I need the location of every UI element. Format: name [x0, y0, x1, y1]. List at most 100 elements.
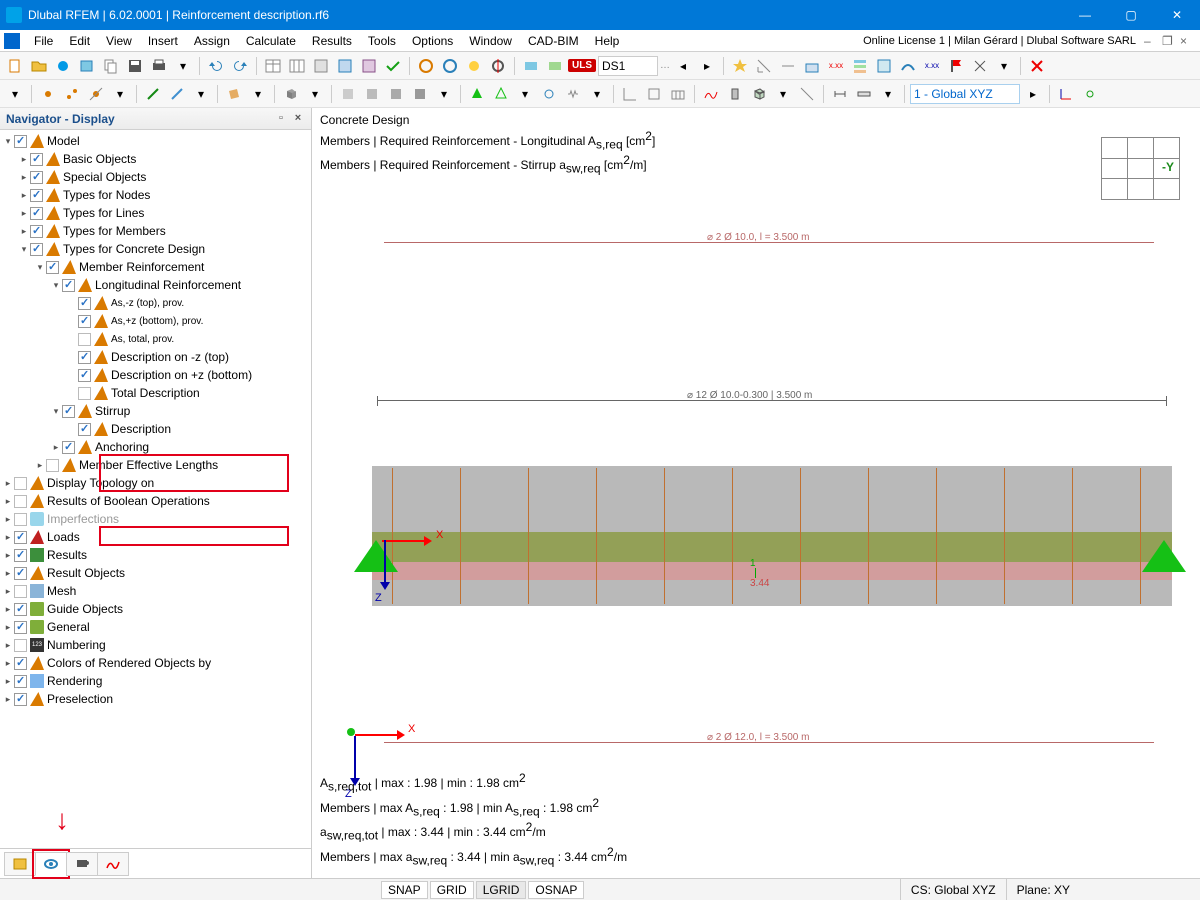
mdi-restore-icon[interactable]: ❐ [1162, 34, 1176, 48]
node-presel[interactable]: Preselection [47, 692, 113, 706]
arrow-s-icon[interactable] [753, 55, 775, 77]
hinge-icon[interactable] [538, 83, 560, 105]
support2-icon[interactable] [490, 83, 512, 105]
nav-tab-data[interactable] [4, 852, 36, 876]
lgrid-toggle[interactable]: LGRID [476, 881, 527, 899]
cb-bool[interactable] [14, 495, 27, 508]
node-asz1[interactable]: As,-z (top), prov. [111, 298, 184, 309]
node-special[interactable]: Special Objects [63, 170, 146, 184]
cloud-icon[interactable] [52, 55, 74, 77]
support1-icon[interactable] [466, 83, 488, 105]
view-cube[interactable]: -Y [1102, 138, 1180, 200]
nav-close-icon[interactable]: × [291, 112, 305, 126]
node-guide[interactable]: Guide Objects [47, 602, 123, 616]
undo-icon[interactable] [205, 55, 227, 77]
cb-asz2[interactable] [78, 315, 91, 328]
node-tdesc[interactable]: Total Description [111, 386, 200, 400]
node-colors[interactable]: Colors of Rendered Objects by [47, 656, 211, 670]
node-topo[interactable]: Display Topology on [47, 476, 154, 490]
res1-icon[interactable] [520, 55, 542, 77]
filter-icon[interactable] [849, 55, 871, 77]
more-icon[interactable]: ▾ [993, 55, 1015, 77]
cb-gen[interactable] [14, 621, 27, 634]
viewport[interactable]: Concrete Design Members | Required Reinf… [312, 108, 1200, 878]
solid2-icon[interactable]: ▾ [304, 83, 326, 105]
open-icon[interactable] [28, 55, 50, 77]
cb-special[interactable] [30, 171, 43, 184]
cb-stirrup[interactable] [62, 405, 75, 418]
grid-toggle[interactable]: GRID [430, 881, 474, 899]
menu-help[interactable]: Help [587, 32, 628, 50]
cb-basic[interactable] [30, 153, 43, 166]
node-model[interactable]: Model [47, 134, 80, 148]
cb-tmembers[interactable] [30, 225, 43, 238]
node-dposz[interactable]: Description on +z (bottom) [111, 368, 252, 382]
node-dnegz[interactable]: Description on -z (top) [111, 350, 229, 364]
cb-tlines[interactable] [30, 207, 43, 220]
menu-view[interactable]: View [98, 32, 140, 50]
member2-icon[interactable] [166, 83, 188, 105]
node-tconc[interactable]: Types for Concrete Design [63, 242, 205, 256]
menu-cadbim[interactable]: CAD-BIM [520, 32, 587, 50]
node-resobj[interactable]: Result Objects [47, 566, 125, 580]
cb-imp[interactable] [14, 513, 27, 526]
nav-next-icon[interactable]: ▸ [696, 55, 718, 77]
node-sdesc[interactable]: Description [111, 422, 171, 436]
cross-icon[interactable] [1026, 55, 1048, 77]
table-icon[interactable] [262, 55, 284, 77]
cb-efflen[interactable] [46, 459, 59, 472]
drop3-icon[interactable]: ▾ [772, 83, 794, 105]
close-button[interactable]: ✕ [1154, 0, 1200, 30]
node-mreinf[interactable]: Member Reinforcement [79, 260, 204, 274]
nav-tab-views[interactable] [66, 852, 98, 876]
check-icon[interactable] [382, 55, 404, 77]
block-icon[interactable] [76, 55, 98, 77]
spring-icon[interactable] [562, 83, 584, 105]
redo-icon[interactable] [229, 55, 251, 77]
op1-icon[interactable] [337, 83, 359, 105]
cb-dnegz[interactable] [78, 351, 91, 364]
cut-icon[interactable] [796, 83, 818, 105]
node-rend[interactable]: Rendering [47, 674, 102, 688]
uls-badge[interactable]: ULS [568, 59, 596, 72]
node-imp[interactable]: Imperfections [47, 512, 119, 526]
cb-astot[interactable] [78, 333, 91, 346]
cb-resobj[interactable] [14, 567, 27, 580]
cb-tconc[interactable] [30, 243, 43, 256]
nav-tab-results[interactable] [97, 852, 129, 876]
node-tmembers[interactable]: Types for Members [63, 224, 166, 238]
node-tlines[interactable]: Types for Lines [63, 206, 144, 220]
node-long[interactable]: Longitudinal Reinforcement [95, 278, 241, 292]
nav-prev-icon[interactable]: ◂ [672, 55, 694, 77]
node-gen[interactable]: General [47, 620, 90, 634]
view3-icon[interactable] [667, 83, 689, 105]
zone-icon[interactable] [873, 55, 895, 77]
member3-icon[interactable]: ▾ [190, 83, 212, 105]
cb-mesh[interactable] [14, 585, 27, 598]
node-asz2[interactable]: As,+z (bottom), prov. [111, 316, 203, 327]
stress-icon[interactable] [969, 55, 991, 77]
iso-icon[interactable] [748, 83, 770, 105]
print-icon[interactable] [148, 55, 170, 77]
minimize-button[interactable]: — [1062, 0, 1108, 30]
node-res[interactable]: Results [47, 548, 87, 562]
surf2-icon[interactable]: ▾ [247, 83, 269, 105]
axes-icon[interactable] [1055, 83, 1077, 105]
combo-ellipsis[interactable]: … [660, 60, 670, 71]
cb-dposz[interactable] [78, 369, 91, 382]
cb-asz1[interactable] [78, 297, 91, 310]
node3-icon[interactable] [85, 83, 107, 105]
cb-tdesc[interactable] [78, 387, 91, 400]
solid1-icon[interactable] [280, 83, 302, 105]
arrow-e-icon[interactable] [777, 55, 799, 77]
design-situation-combo[interactable]: DS1 [598, 56, 658, 76]
cs-nav-icon[interactable]: ▸ [1022, 83, 1044, 105]
more2-icon[interactable]: ▾ [586, 83, 608, 105]
cb-sdesc[interactable] [78, 423, 91, 436]
node-loads[interactable]: Loads [47, 530, 80, 544]
node-mesh[interactable]: Mesh [47, 584, 76, 598]
script-icon[interactable] [334, 55, 356, 77]
node-anch[interactable]: Anchoring [95, 440, 149, 454]
drop4-icon[interactable]: ▾ [877, 83, 899, 105]
menu-tools[interactable]: Tools [360, 32, 404, 50]
